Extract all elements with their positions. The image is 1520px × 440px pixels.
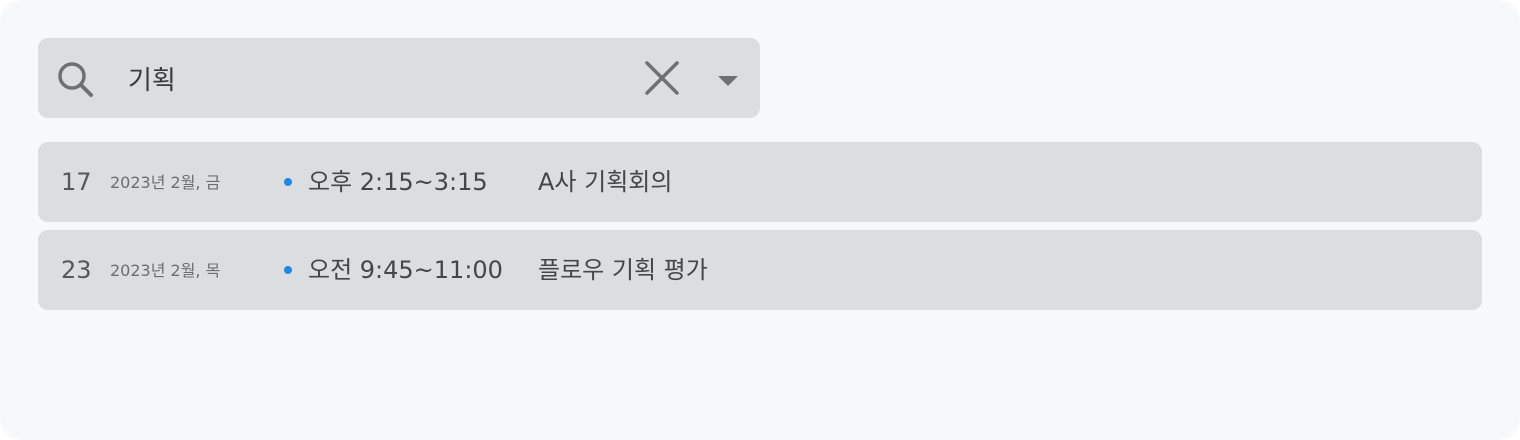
result-item[interactable]: 17 2023년 2월, 금 오후 2:15~3:15 A사 기획회의 (38, 142, 1482, 222)
result-title: 플로우 기획 평가 (538, 256, 708, 284)
result-day: 23 (61, 256, 92, 284)
result-date: 2023년 2월, 금 (110, 173, 221, 192)
result-date: 2023년 2월, 목 (110, 261, 221, 280)
search-icon (58, 62, 93, 97)
result-item[interactable]: 23 2023년 2월, 목 오전 9:45~11:00 플로우 기획 평가 (38, 230, 1482, 310)
caret-down-icon[interactable] (712, 70, 744, 90)
close-icon[interactable] (641, 57, 683, 99)
result-day: 17 (61, 168, 92, 196)
result-time: 오전 9:45~11:00 (308, 256, 503, 284)
search-panel: 17 2023년 2월, 금 오후 2:15~3:15 A사 기획회의 23 2… (0, 0, 1520, 440)
result-title: A사 기획회의 (538, 168, 673, 196)
event-dot (284, 266, 292, 274)
event-dot (284, 178, 292, 186)
search-input[interactable] (128, 58, 608, 98)
result-time: 오후 2:15~3:15 (308, 168, 488, 196)
